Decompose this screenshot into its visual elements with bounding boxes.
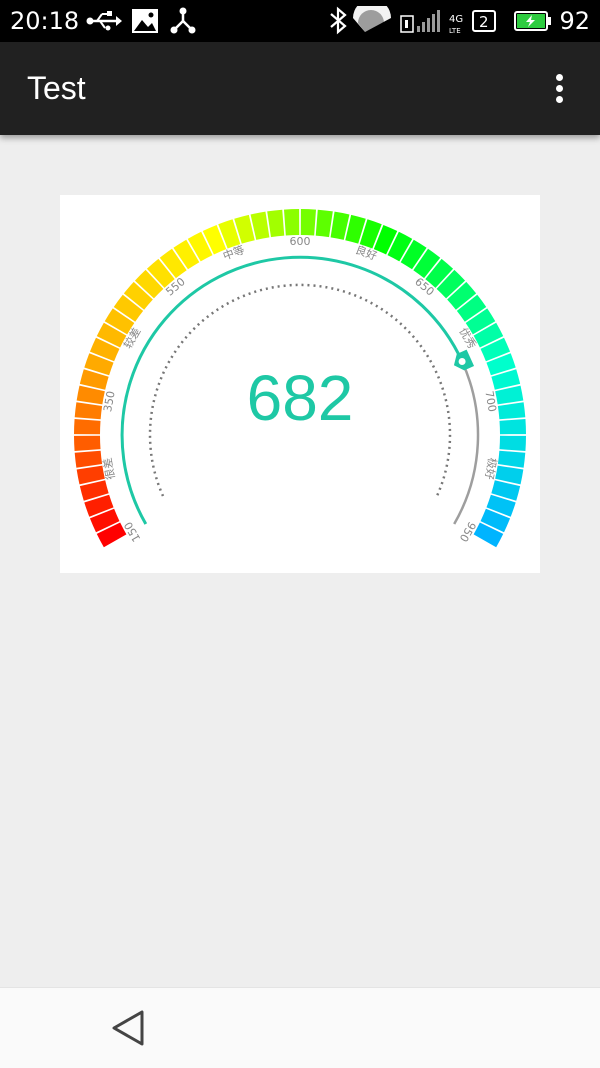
gauge-color-segment (267, 209, 285, 238)
gauge-color-segment (300, 209, 317, 236)
image-icon (132, 9, 158, 33)
app-bar: Test (0, 42, 600, 135)
menu-dot (556, 74, 563, 81)
usb-icon (86, 11, 122, 31)
gauge-tick-label: 良好 (354, 242, 379, 263)
gauge-tick-label: 600 (290, 235, 311, 248)
gauge-color-segment (315, 209, 333, 238)
gauge-marker-dot (458, 358, 466, 365)
gauge-tick-label: 中等 (221, 242, 246, 263)
gauge-tick-label: 700 (482, 390, 498, 413)
wifi-icon (353, 6, 391, 33)
gauge-color-segment (499, 435, 526, 452)
status-bar: 20:18 4G LTE 2 92 (0, 0, 600, 42)
gauge-color-segment (74, 435, 101, 452)
status-left-icons (86, 7, 196, 34)
sim-icon (400, 15, 414, 33)
gauge-color-segment (74, 450, 103, 468)
gauge-tick-label: 150 (122, 519, 144, 544)
signal-icon (417, 10, 440, 32)
sim-slot-icon: 2 (472, 10, 496, 32)
battery-icon (514, 11, 551, 31)
gauge-tick-label: 350 (101, 390, 117, 413)
gauge-tick-label: 950 (457, 519, 479, 544)
network-type: 4G (449, 14, 463, 25)
gauge-color-segment (499, 418, 526, 435)
share-icon (170, 7, 196, 34)
network-sub: LTE (449, 27, 461, 35)
menu-dot (556, 96, 563, 103)
sim-slot-number: 2 (479, 13, 489, 31)
bluetooth-icon (330, 6, 347, 35)
more-vert-icon[interactable] (546, 70, 574, 108)
gauge-indicator-icon (453, 349, 475, 371)
status-time: 20:18 (10, 7, 80, 35)
gauge-color-segment (497, 450, 526, 468)
app-title: Test (27, 70, 86, 106)
navigation-bar (0, 987, 600, 1068)
gauge-color-segment (74, 402, 103, 420)
status-right-icons: 4G LTE 2 (330, 6, 496, 35)
menu-dot (556, 85, 563, 92)
gauge-remaining-arc (453, 360, 480, 525)
back-triangle-icon[interactable] (108, 1006, 152, 1050)
battery-percent: 92 (559, 7, 590, 35)
credit-score-gauge: 150 很差 350 较差 550 中等 600 良好 650 优秀 700 极好 950 682 (60, 195, 540, 573)
gauge-color-segment (74, 418, 101, 435)
gauge-color-segment (283, 209, 300, 236)
gauge-value: 682 (247, 362, 354, 434)
gauge-color-segment (497, 402, 526, 420)
gauge-canvas: 150很差350较差550中等600良好650优秀700极好950 682 (74, 209, 526, 548)
